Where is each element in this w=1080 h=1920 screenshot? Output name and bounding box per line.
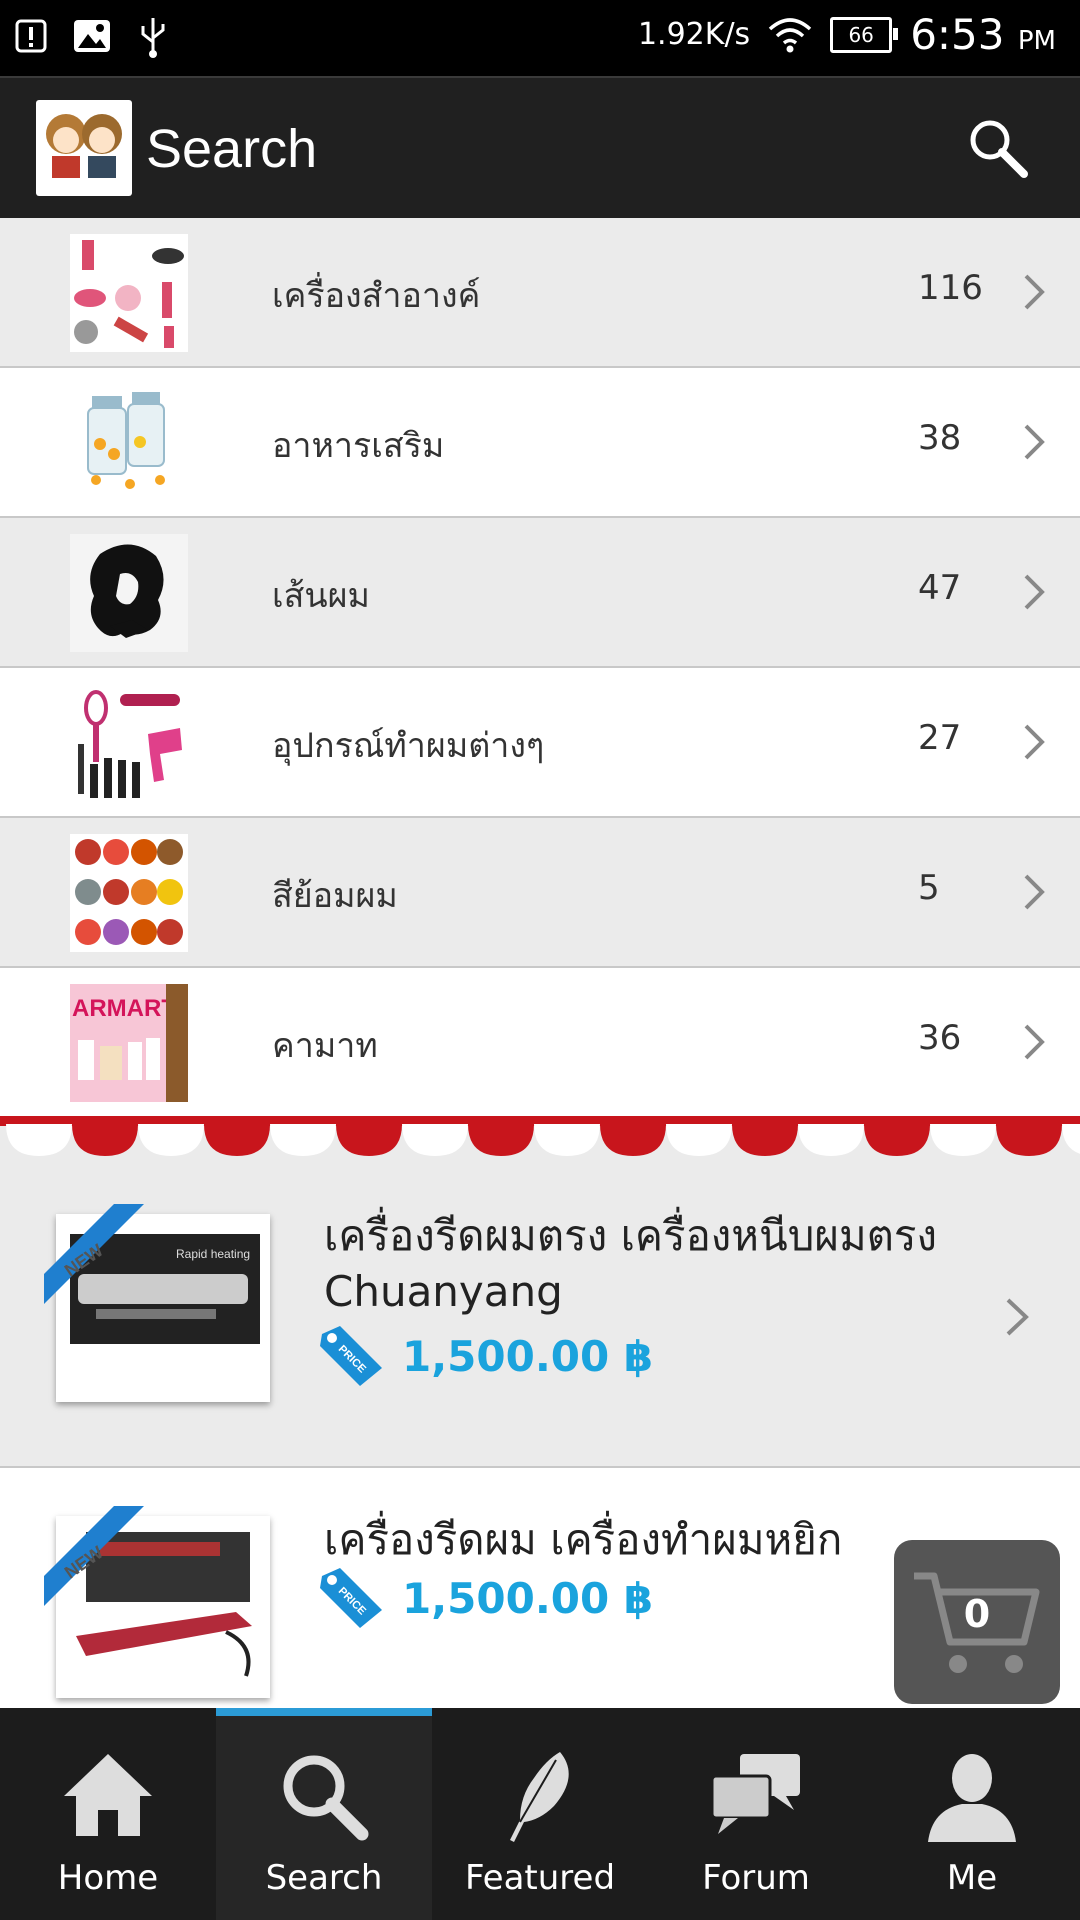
chevron-right-icon [1024, 724, 1045, 760]
app-logo[interactable] [36, 100, 132, 196]
product-price: 1,500.00 ฿ [402, 1573, 654, 1623]
product-title: เครื่องรีดผมตรง เครื่องหนีบผมตรง Chuanya… [324, 1211, 937, 1316]
category-row-supplements[interactable]: อาหารเสริม 38 [0, 368, 1080, 518]
category-label: คามาท [272, 1026, 378, 1066]
bottom-nav: Home Search Featured Forum Me [0, 1708, 1080, 1920]
category-label: อุปกรณ์ทำผมต่างๆ [272, 726, 545, 766]
nav-label: Me [946, 1858, 998, 1898]
category-row-cosmetics[interactable]: เครื่องสำอางค์ 116 [0, 218, 1080, 368]
home-icon [64, 1754, 152, 1836]
product-price: 1,500.00 ฿ [402, 1331, 654, 1381]
product-image: Rapid heating NEW [44, 1204, 270, 1402]
category-count: 5 [918, 868, 940, 908]
image-icon [74, 20, 110, 52]
page-title: Search [146, 119, 318, 179]
category-label: สีย้อมผม [272, 876, 398, 916]
category-row-hair-tools[interactable]: อุปกรณ์ทำผมต่างๆ 27 [0, 668, 1080, 818]
nav-label: Search [265, 1858, 383, 1898]
person-icon [928, 1754, 1016, 1842]
category-count: 38 [918, 418, 962, 458]
category-row-hair[interactable]: เส้นผม 47 [0, 518, 1080, 668]
cart-count-badge: 0 [963, 1592, 991, 1636]
nav-me[interactable]: Me [864, 1708, 1080, 1920]
price-row: PRICE 1,500.00 ฿ [318, 1566, 653, 1630]
feather-icon [510, 1752, 569, 1842]
category-count: 47 [918, 568, 962, 608]
price-row: PRICE 1,500.00 ฿ [318, 1324, 653, 1388]
clock: 6:53 PM [910, 10, 1056, 59]
category-thumbnail [70, 384, 188, 502]
chevron-right-icon [1006, 1298, 1029, 1336]
nav-home[interactable]: Home [0, 1708, 216, 1920]
chat-bubbles-icon [710, 1754, 800, 1834]
category-thumbnail: ARMART [70, 984, 188, 1102]
category-thumbnail [70, 234, 188, 352]
network-speed: 1.92K/s [637, 17, 751, 52]
category-row-hair-dye[interactable]: สีย้อมผม 5 [0, 818, 1080, 968]
chevron-right-icon [1024, 274, 1045, 310]
nav-search[interactable]: Search [216, 1708, 432, 1920]
product-image: NEW [44, 1506, 270, 1698]
category-label: เส้นผม [272, 576, 370, 616]
category-count: 27 [918, 718, 962, 758]
category-thumbnail [70, 534, 188, 652]
search-icon[interactable] [966, 116, 1030, 180]
new-badge: NEW [44, 1204, 144, 1304]
usb-icon [141, 18, 165, 58]
nav-label: Featured [464, 1858, 616, 1898]
notification-alert-icon [15, 19, 47, 53]
category-count: 116 [918, 268, 983, 308]
chevron-right-icon [1024, 874, 1045, 910]
svg-text:Rapid heating: Rapid heating [176, 1247, 250, 1261]
category-list: เครื่องสำอางค์ 116 อาหารเสริม 38 เส้นผม [0, 218, 1080, 1118]
svg-text:ARMART: ARMART [72, 995, 176, 1022]
nav-featured[interactable]: Featured [432, 1708, 648, 1920]
search-icon [283, 1755, 369, 1841]
price-tag-icon: PRICE [320, 1326, 382, 1386]
wifi-icon [769, 17, 812, 52]
nav-forum[interactable]: Forum [648, 1708, 864, 1920]
category-count: 36 [918, 1018, 962, 1058]
app-bar: Search [0, 76, 1080, 220]
awning-divider [0, 1116, 1080, 1164]
category-label: อาหารเสริม [272, 426, 445, 466]
nav-label: Home [57, 1858, 159, 1898]
chevron-right-icon [1024, 1024, 1045, 1060]
category-thumbnail [70, 684, 188, 802]
category-thumbnail [70, 834, 188, 952]
status-bar: 1.92K/s 66 6:53 PM [0, 0, 1080, 76]
price-tag-icon: PRICE [320, 1568, 382, 1628]
category-label: เครื่องสำอางค์ [272, 276, 481, 316]
category-row-karmart[interactable]: ARMART คามาท 36 [0, 968, 1080, 1118]
chevron-right-icon [1024, 574, 1045, 610]
product-row[interactable]: Rapid heating NEW เครื่องรีดผมตรง เครื่อ… [0, 1164, 1080, 1468]
chevron-right-icon [1024, 424, 1045, 460]
new-badge: NEW [44, 1506, 144, 1606]
nav-label: Forum [702, 1858, 810, 1898]
battery-icon: 66 [830, 16, 899, 53]
cart-button[interactable]: 0 [894, 1540, 1060, 1704]
